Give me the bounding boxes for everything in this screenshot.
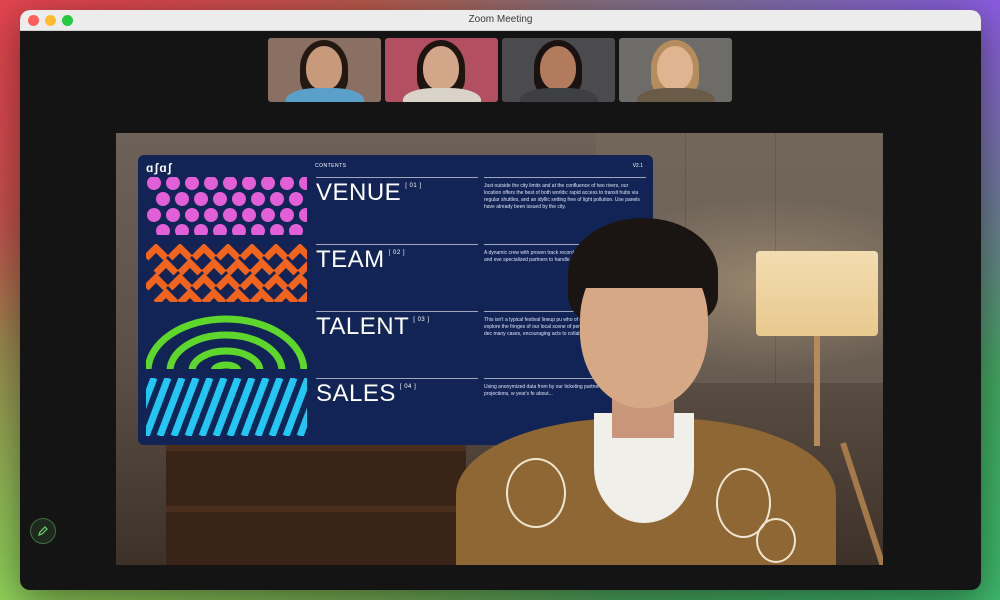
title-bar: Zoom Meeting: [20, 10, 981, 31]
participant-tile[interactable]: [502, 38, 615, 102]
participant-shirt: [403, 88, 481, 102]
pencil-icon: [38, 526, 48, 536]
zigzag-pattern-art: [146, 244, 307, 302]
section-text: Just outside the city limits and at the …: [484, 183, 640, 210]
participant-shirt: [520, 88, 598, 102]
shared-video-stage[interactable]: ɑʃɑʃ CONTENTS V2.1 VENUE[ 01 ] Just outs…: [116, 133, 883, 565]
participant-shirt: [637, 88, 715, 102]
presenter-video: [436, 218, 836, 565]
stripes-pattern-art: [146, 378, 307, 436]
participant-tile[interactable]: [268, 38, 381, 102]
wave-pattern-art: [146, 311, 307, 369]
dots-pattern-art: [146, 177, 307, 235]
window-title: Zoom Meeting: [468, 14, 533, 25]
participant-tile[interactable]: [619, 38, 732, 102]
participant-face: [540, 46, 576, 90]
slide-version: V2.1: [632, 163, 643, 169]
participant-face: [423, 46, 459, 90]
edit-button[interactable]: [30, 518, 56, 544]
slide-logo: ɑʃɑʃ: [146, 161, 173, 175]
section-title: TEAM[ 02 ]: [316, 246, 406, 273]
lamp-leg: [840, 442, 883, 565]
participant-face: [306, 46, 342, 90]
section-title: TALENT[ 03 ]: [316, 313, 430, 340]
slide-contents-label: CONTENTS: [315, 163, 347, 169]
zoom-window: Zoom Meeting ɑʃɑʃ CONTENTS V2.1 VENUE[ 0…: [20, 10, 981, 590]
section-title: SALES[ 04 ]: [316, 380, 417, 407]
section-title: VENUE[ 01 ]: [316, 179, 422, 206]
participant-face: [657, 46, 693, 90]
participant-shirt: [286, 88, 364, 102]
participant-strip: [268, 38, 732, 102]
bookshelf: [166, 443, 466, 565]
participant-tile[interactable]: [385, 38, 498, 102]
